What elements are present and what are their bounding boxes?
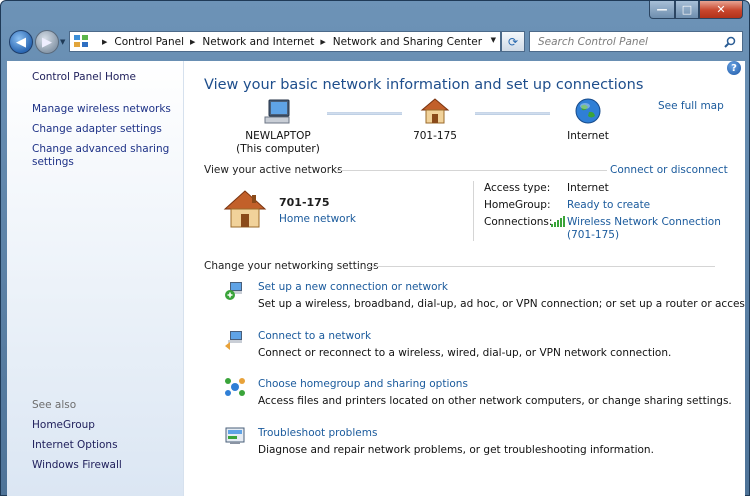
minimize-button[interactable]: — (649, 1, 675, 19)
sidebar-control-panel-home[interactable]: Control Panel Home (32, 71, 136, 84)
internet-globe-icon (575, 98, 601, 124)
breadcrumb-arrow-icon[interactable]: ▶ (190, 38, 195, 46)
computer-icon (264, 99, 290, 124)
divider (473, 181, 474, 241)
search-box[interactable] (529, 31, 743, 52)
recent-pages-dropdown-icon[interactable]: ▼ (60, 38, 65, 46)
wireless-signal-icon (551, 216, 565, 227)
see-full-map-link[interactable]: See full map (658, 100, 724, 112)
task-connect-network-desc: Connect or reconnect to a wireless, wire… (258, 347, 672, 359)
home-network-icon (420, 98, 450, 124)
refresh-button[interactable]: ⟳ (501, 31, 525, 52)
sidebar-windows-firewall[interactable]: Windows Firewall (32, 459, 122, 472)
access-type-label: Access type: (484, 182, 551, 194)
sidebar-change-advanced-sharing-settings[interactable]: Change advanced sharing settings (32, 143, 172, 169)
homegroup-label: HomeGroup: (484, 199, 551, 211)
breadcrumb-control-panel[interactable]: Control Panel (114, 36, 184, 48)
map-connection-line (327, 112, 402, 115)
new-connection-icon (225, 282, 242, 300)
maximize-button[interactable]: □ (675, 1, 699, 19)
breadcrumb: ▶ Control Panel ▶ Network and Internet ▶… (96, 36, 482, 48)
close-button[interactable]: ✕ (699, 1, 743, 19)
map-internet-label[interactable]: Internet (558, 130, 618, 143)
task-homegroup-sharing-desc: Access files and printers located on oth… (258, 395, 732, 407)
sidebar-change-adapter-settings[interactable]: Change adapter settings (32, 123, 162, 136)
breadcrumb-arrow-icon[interactable]: ▶ (320, 38, 325, 46)
access-type-value: Internet (567, 182, 609, 194)
task-setup-connection-link[interactable]: Set up a new connection or network (258, 281, 448, 293)
task-setup-connection-desc: Set up a wireless, broadband, dial-up, a… (258, 298, 745, 310)
connect-or-disconnect-link[interactable]: Connect or disconnect (610, 164, 728, 176)
homegroup-link[interactable]: Ready to create (567, 199, 650, 211)
navigation-bar: ◀ ▶ ▼ ▶ Control Panel ▶ Network and Inte… (1, 23, 750, 61)
task-homegroup-sharing-link[interactable]: Choose homegroup and sharing options (258, 378, 468, 390)
caption-buttons: — □ ✕ (649, 1, 743, 19)
help-button[interactable]: ? (727, 61, 741, 75)
networking-settings-heading: Change your networking settings (204, 260, 379, 272)
homegroup-sharing-icon (225, 378, 245, 396)
control-panel-icon (74, 34, 90, 49)
active-network-name: 701-175 (279, 196, 330, 209)
computer-sublabel: (This computer) (236, 143, 320, 155)
breadcrumb-network-and-sharing-center[interactable]: Network and Sharing Center (333, 36, 482, 48)
address-bar[interactable]: ▶ Control Panel ▶ Network and Internet ▶… (69, 31, 501, 52)
map-computer-label[interactable]: NEWLAPTOP (This computer) (232, 130, 324, 156)
forward-button[interactable]: ▶ (35, 30, 59, 54)
computer-name: NEWLAPTOP (245, 130, 311, 142)
connection-name: Wireless Network Connection (567, 216, 721, 228)
address-dropdown-icon[interactable]: ▼ (491, 36, 496, 44)
home-network-icon (223, 190, 267, 228)
active-networks-heading: View your active networks (204, 164, 343, 176)
task-connect-network-link[interactable]: Connect to a network (258, 330, 371, 342)
connections-label: Connections: (484, 216, 553, 228)
sidebar-homegroup[interactable]: HomeGroup (32, 419, 95, 432)
task-troubleshoot-link[interactable]: Troubleshoot problems (258, 427, 377, 439)
map-network-label[interactable]: 701-175 (404, 130, 466, 143)
map-connection-line (475, 112, 550, 115)
divider (367, 266, 715, 267)
main-pane: ? View your basic network information an… (184, 61, 745, 496)
connect-network-icon (225, 331, 242, 350)
sidebar-internet-options[interactable]: Internet Options (32, 439, 118, 452)
client-area: Control Panel Home Manage wireless netwo… (7, 61, 745, 496)
search-icon[interactable] (724, 36, 736, 48)
network-type-link[interactable]: Home network (279, 213, 356, 225)
back-button[interactable]: ◀ (9, 30, 33, 54)
breadcrumb-network-and-internet[interactable]: Network and Internet (202, 36, 314, 48)
connection-network: (701-175) (567, 229, 620, 241)
wireless-connection-link[interactable]: Wireless Network Connection (701-175) (567, 216, 721, 242)
troubleshoot-icon (225, 427, 245, 444)
divider (337, 170, 607, 171)
breadcrumb-arrow-icon[interactable]: ▶ (102, 38, 107, 46)
task-troubleshoot-desc: Diagnose and repair network problems, or… (258, 444, 654, 456)
sidebar-manage-wireless-networks[interactable]: Manage wireless networks (32, 103, 171, 116)
search-input[interactable] (538, 35, 718, 48)
task-pane: Control Panel Home Manage wireless netwo… (7, 61, 184, 496)
see-also-label: See also (32, 399, 77, 411)
page-title: View your basic network information and … (204, 77, 644, 93)
window-frame: — □ ✕ ◀ ▶ ▼ ▶ Control Panel ▶ Network an… (0, 0, 750, 496)
